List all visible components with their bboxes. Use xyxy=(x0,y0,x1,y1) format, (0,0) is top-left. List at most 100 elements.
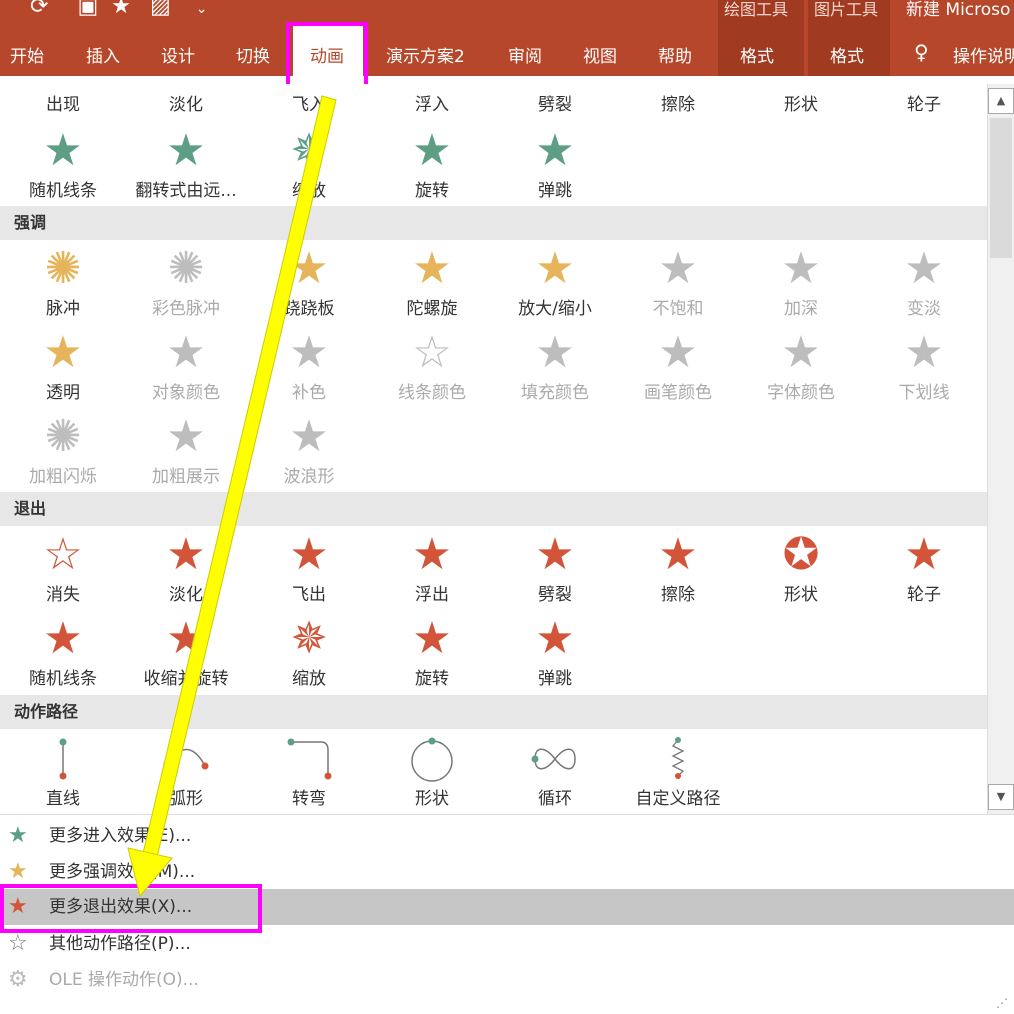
turn-path-icon xyxy=(287,738,332,780)
label: 字体颜色 xyxy=(767,383,835,403)
exit-wipe[interactable]: ★ 擦除 xyxy=(622,530,734,606)
emphasis-teeter[interactable]: ★ 跷跷板 xyxy=(253,244,365,320)
scroll-up-button[interactable]: ▲ xyxy=(988,88,1014,114)
entrance-bounce[interactable]: ★ 弹跳 xyxy=(499,126,611,202)
entrance-swivel[interactable]: ★ 旋转 xyxy=(376,126,488,202)
path-arcs[interactable]: 弧形 xyxy=(130,734,242,809)
exit-shape[interactable]: ✪ 形状 xyxy=(745,529,857,606)
exit-disappear[interactable]: ☆ 消失 xyxy=(7,530,119,606)
menu-ole-actions[interactable]: ⚙ OLE 操作动作(O)... xyxy=(0,962,1014,998)
entrance-fly-in[interactable]: 飞入 xyxy=(253,90,365,115)
grow-turn-star-icon: ★ xyxy=(166,125,206,176)
entrance-split[interactable]: 劈裂 xyxy=(499,90,611,115)
exit-wheel[interactable]: ★ 轮子 xyxy=(868,530,980,606)
menu-label: 更多进入效果(E)... xyxy=(49,826,192,846)
resize-grip-icon[interactable]: ⋰ xyxy=(996,996,1008,1010)
label: 淡化 xyxy=(169,585,203,605)
emphasis-darken[interactable]: ★ 加深 xyxy=(745,243,857,320)
exit-random-bars[interactable]: ★ 随机线条 xyxy=(7,614,119,690)
emphasis-font-color[interactable]: ★ 字体颜色 xyxy=(745,327,857,404)
lightbulb-icon[interactable]: ♀ xyxy=(914,40,929,64)
label: 形状 xyxy=(784,95,818,115)
font-color-star-icon: ★ xyxy=(781,327,821,378)
grow-shrink-star-icon: ★ xyxy=(535,243,575,294)
label: 缩放 xyxy=(292,669,326,689)
tab-insert[interactable]: 插入 xyxy=(86,42,120,67)
emphasis-pulse[interactable]: ✺ 脉冲 xyxy=(7,244,119,320)
random-bars-star-icon: ★ xyxy=(43,125,83,176)
shape-star-icon: ✪ xyxy=(782,529,820,580)
emphasis-bold-flash[interactable]: ✺ 加粗闪烁 xyxy=(7,412,119,488)
emphasis-grow-shrink[interactable]: ★ 放大/缩小 xyxy=(499,243,611,320)
entrance-grow-turn[interactable]: ★ 翻转式由远... xyxy=(130,125,242,202)
emphasis-underline[interactable]: ★ 下划线 xyxy=(868,328,980,404)
emphasis-desaturate[interactable]: ★ 不饱和 xyxy=(622,244,734,320)
tab-review[interactable]: 审阅 xyxy=(508,42,542,67)
label: 劈裂 xyxy=(538,95,572,115)
tab-transitions[interactable]: 切换 xyxy=(236,42,270,67)
exit-swivel[interactable]: ★ 旋转 xyxy=(376,614,488,690)
exit-float-out[interactable]: ★ 浮出 xyxy=(376,530,488,606)
label: 填充颜色 xyxy=(521,383,589,403)
menu-more-entrance[interactable]: ★ 更多进入效果(E)... xyxy=(0,818,1014,854)
tab-help[interactable]: 帮助 xyxy=(658,42,692,67)
scroll-thumb[interactable] xyxy=(990,118,1012,258)
present-icon[interactable]: ▣ xyxy=(77,0,98,19)
entrance-zoom[interactable]: ✵ 缩放 xyxy=(253,126,365,202)
exit-zoom[interactable]: ✵ 缩放 xyxy=(253,614,365,690)
quick-access-toolbar[interactable]: ⟳ ▣ ★ ▨ ⌄ xyxy=(30,0,208,19)
entrance-wipe[interactable]: 擦除 xyxy=(622,90,734,115)
gallery-scrollbar[interactable]: ▲ ▼ xyxy=(987,84,1014,814)
customize-qat-icon[interactable]: ⌄ xyxy=(196,1,208,17)
label: 直线 xyxy=(46,789,80,809)
emphasis-fill-color[interactable]: ★ 填充颜色 xyxy=(499,328,611,404)
path-custom[interactable]: 自定义路径 xyxy=(622,734,734,809)
emphasis-color-pulse[interactable]: ✺ 彩色脉冲 xyxy=(130,244,242,320)
circle-path-icon xyxy=(411,737,453,782)
emphasis-spin[interactable]: ★ 陀螺旋 xyxy=(376,244,488,320)
tab-format-picture[interactable]: 格式 xyxy=(830,42,864,67)
label: 脉冲 xyxy=(46,299,80,319)
emphasis-bold-reveal[interactable]: ★ 加粗展示 xyxy=(130,412,242,488)
path-turns[interactable]: 转弯 xyxy=(253,734,365,809)
tell-me-box[interactable]: 操作说明 xyxy=(953,42,1014,67)
tab-view[interactable]: 视图 xyxy=(583,42,617,67)
path-loops[interactable]: 循环 xyxy=(499,734,611,809)
menu-label: OLE 操作动作(O)... xyxy=(49,970,199,990)
emphasis-object-color[interactable]: ★ 对象颜色 xyxy=(130,328,242,404)
tab-home[interactable]: 开始 xyxy=(10,42,44,67)
emphasis-line-color[interactable]: ☆ 线条颜色 xyxy=(376,328,488,404)
path-shapes[interactable]: 形状 xyxy=(376,734,488,809)
entrance-fade[interactable]: 淡化 xyxy=(130,90,242,115)
entrance-random-bars[interactable]: ★ 随机线条 xyxy=(7,125,119,202)
tab-design[interactable]: 设计 xyxy=(161,42,195,67)
scroll-down-button[interactable]: ▼ xyxy=(988,784,1014,810)
brush-color-star-icon: ★ xyxy=(658,327,698,378)
entrance-wheel[interactable]: 轮子 xyxy=(868,90,980,115)
label: 转弯 xyxy=(292,789,326,809)
picture-icon[interactable]: ▨ xyxy=(150,0,171,19)
emphasis-transparency[interactable]: ★ 透明 xyxy=(7,328,119,404)
entrance-float-in[interactable]: 浮入 xyxy=(376,90,488,115)
exit-shrink-turn[interactable]: ★ 收缩并旋转 xyxy=(130,614,242,690)
tab-slideshow[interactable]: 演示方案2 xyxy=(386,42,465,67)
emphasis-lighten[interactable]: ★ 变淡 xyxy=(868,244,980,320)
emphasis-wave[interactable]: ★ 波浪形 xyxy=(253,412,365,488)
entrance-shape[interactable]: 形状 xyxy=(745,90,857,115)
context-label-drawing: 绘图工具 xyxy=(724,0,789,19)
exit-fly-out[interactable]: ★ 飞出 xyxy=(253,530,365,606)
loop-path-icon xyxy=(531,748,576,770)
emphasis-brush-color[interactable]: ★ 画笔颜色 xyxy=(622,327,734,404)
gears-icon: ⚙ xyxy=(8,967,28,992)
bounce-star-icon: ★ xyxy=(535,613,575,664)
exit-split[interactable]: ★ 劈裂 xyxy=(499,530,611,606)
darken-star-icon: ★ xyxy=(781,243,821,294)
emphasis-complementary-color[interactable]: ★ 补色 xyxy=(253,328,365,404)
star-icon[interactable]: ★ xyxy=(111,0,131,19)
tab-format-drawing[interactable]: 格式 xyxy=(740,42,774,67)
exit-bounce[interactable]: ★ 弹跳 xyxy=(499,613,611,690)
path-lines[interactable]: 直线 xyxy=(7,734,119,809)
entrance-appear[interactable]: 出现 xyxy=(7,90,119,115)
redo-icon[interactable]: ⟳ xyxy=(30,0,48,19)
exit-fade[interactable]: ★ 淡化 xyxy=(130,530,242,606)
